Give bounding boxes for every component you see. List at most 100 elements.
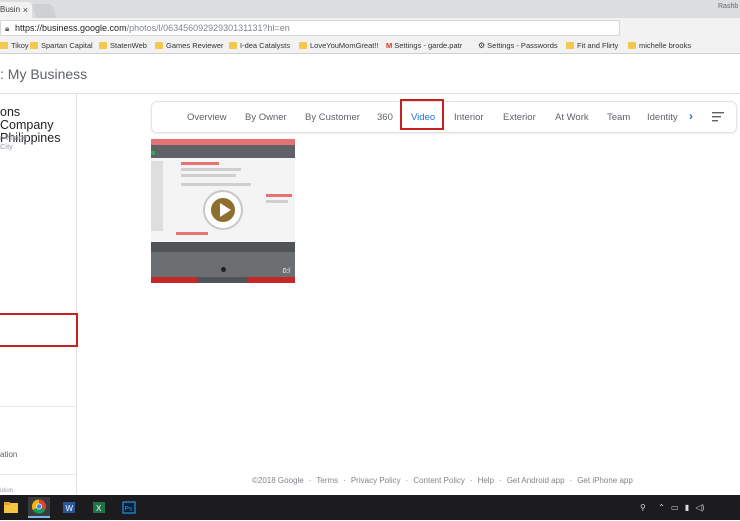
browser-tab[interactable]: Busin × xyxy=(0,2,32,18)
thumb-line xyxy=(181,162,219,165)
bookmark-label: Tikoy xyxy=(11,41,29,50)
sidebar-footer-text: ution xyxy=(0,488,14,494)
lock-icon: 🔒︎ xyxy=(5,24,10,33)
gmail-icon: M xyxy=(386,41,393,50)
thumb-line xyxy=(181,174,236,177)
chrome-icon xyxy=(31,499,46,514)
tab-identity[interactable]: Identity xyxy=(647,112,678,123)
bookmark-label: michelle brooks xyxy=(639,41,692,50)
video-thumbnail[interactable]: 0:l xyxy=(151,139,295,283)
bookmark-item[interactable]: LoveYouMomGreat!! xyxy=(299,40,379,51)
thumb-strip xyxy=(151,252,295,277)
bookmark-label: Games Reviewer xyxy=(166,41,224,50)
bookmark-label: Settings - garde.patr xyxy=(394,41,463,50)
video-tab-highlight xyxy=(400,99,444,130)
tab-at-work[interactable]: At Work xyxy=(555,112,589,123)
sidebar xyxy=(0,94,77,494)
people-icon[interactable]: ⚲ xyxy=(640,503,646,512)
folder-icon xyxy=(99,42,107,49)
app-title: My Business xyxy=(7,66,88,82)
tab-by-customer[interactable]: By Customer xyxy=(305,112,360,123)
folder-icon xyxy=(628,42,636,49)
play-icon xyxy=(211,198,235,222)
svg-text:W: W xyxy=(66,504,74,513)
footer-link-privacy[interactable]: Privacy Policy xyxy=(351,476,401,485)
battery-icon[interactable]: ▮ xyxy=(685,503,689,512)
footer-link-iphone[interactable]: Get iPhone app xyxy=(577,476,633,485)
gear-icon: ⚙ xyxy=(478,41,486,50)
folder-icon xyxy=(0,42,8,49)
thumb-line xyxy=(181,168,241,171)
sidebar-item-photos-highlight[interactable] xyxy=(0,313,78,347)
bookmark-item[interactable]: Games Reviewer xyxy=(155,40,224,51)
bookmark-label: I-dea Catalysts xyxy=(240,41,291,50)
excel-icon[interactable]: X xyxy=(88,497,110,518)
bookmark-label: LoveYouMomGreat!! xyxy=(310,41,379,50)
footer-link-terms[interactable]: Terms xyxy=(316,476,338,485)
svg-text:Ps: Ps xyxy=(125,506,133,513)
thumb-nav-bar xyxy=(151,145,295,158)
sidebar-divider xyxy=(0,474,77,475)
browser-tab-strip xyxy=(0,0,740,18)
bookmark-item[interactable]: Tikoy xyxy=(0,40,29,51)
sidebar-item[interactable]: ation xyxy=(0,450,17,459)
thumb-sidebar xyxy=(151,161,163,231)
url-host: https://business.google.com xyxy=(15,23,127,33)
chevron-up-icon[interactable]: ⌃ xyxy=(658,503,665,512)
tab-overview[interactable]: Overview xyxy=(187,112,227,123)
chevron-right-icon[interactable]: › xyxy=(689,109,693,123)
thumb-line xyxy=(176,232,208,235)
footer-link-android[interactable]: Get Android app xyxy=(507,476,565,485)
thumb-line xyxy=(266,194,292,197)
tab-exterior[interactable]: Exterior xyxy=(503,112,536,123)
chrome-taskbar-button[interactable] xyxy=(28,497,50,518)
thumb-red-bar xyxy=(151,277,197,283)
url-input[interactable]: 🔒︎ https://business.google.com/photos/l/… xyxy=(0,20,620,36)
bookmark-item[interactable]: StatenWeb xyxy=(99,40,147,51)
header-divider xyxy=(0,93,740,94)
thumb-red-bar xyxy=(247,277,295,283)
sidebar-divider xyxy=(0,406,77,407)
close-tab-icon[interactable]: × xyxy=(23,2,28,18)
bookmark-label: StatenWeb xyxy=(110,41,147,50)
tab-team[interactable]: Team xyxy=(607,112,630,123)
tab-360[interactable]: 360 xyxy=(377,112,393,123)
bookmark-item[interactable]: I-dea Catalysts xyxy=(229,40,290,51)
profile-name[interactable]: Rashb xyxy=(718,3,738,10)
url-path: /photos/l/06345609292930131131?hl=en xyxy=(126,23,290,33)
thumb-line xyxy=(181,183,251,186)
footer-link-content-policy[interactable]: Content Policy xyxy=(413,476,465,485)
network-icon[interactable]: ▭ xyxy=(671,503,679,512)
bookmark-item[interactable]: ⚙ Settings - Passwords xyxy=(478,40,558,51)
bookmark-item[interactable]: Fit and Flirty xyxy=(566,40,618,51)
system-tray[interactable]: ⚲ ⌃ ▭ ▮ ◁) xyxy=(640,503,704,512)
svg-text:X: X xyxy=(96,504,102,513)
address-line: r Village xyxy=(0,133,27,142)
thumb-line xyxy=(266,200,288,203)
play-button[interactable] xyxy=(203,190,243,230)
bookmark-item[interactable]: Spartan Capital xyxy=(30,40,93,51)
tab-interior[interactable]: Interior xyxy=(454,112,484,123)
browser-tab-title: Busin xyxy=(0,5,21,14)
folder-icon xyxy=(155,42,163,49)
folder-icon xyxy=(229,42,237,49)
bookmark-label: Spartan Capital xyxy=(41,41,93,50)
business-address: r Village City xyxy=(0,133,77,151)
volume-icon[interactable]: ◁) xyxy=(695,503,704,512)
bookmark-item[interactable]: M Settings - garde.patr xyxy=(386,40,462,51)
photoshop-icon[interactable]: Ps xyxy=(118,497,140,518)
folder-icon xyxy=(299,42,307,49)
sort-icon[interactable] xyxy=(712,112,724,122)
taskbar xyxy=(0,495,740,520)
bookmark-item[interactable]: michelle brooks xyxy=(628,40,691,51)
file-explorer-icon[interactable] xyxy=(0,497,22,518)
video-duration: 0:l xyxy=(282,268,290,275)
page-title: : My Business xyxy=(0,66,88,82)
tab-by-owner[interactable]: By Owner xyxy=(245,112,287,123)
folder-icon xyxy=(566,42,574,49)
url-text: https://business.google.com/photos/l/063… xyxy=(15,23,290,33)
word-icon[interactable]: W xyxy=(58,497,80,518)
thumb-dot xyxy=(221,267,226,272)
footer-link-help[interactable]: Help xyxy=(478,476,494,485)
footer-copyright: ©2018 Google xyxy=(252,476,304,485)
